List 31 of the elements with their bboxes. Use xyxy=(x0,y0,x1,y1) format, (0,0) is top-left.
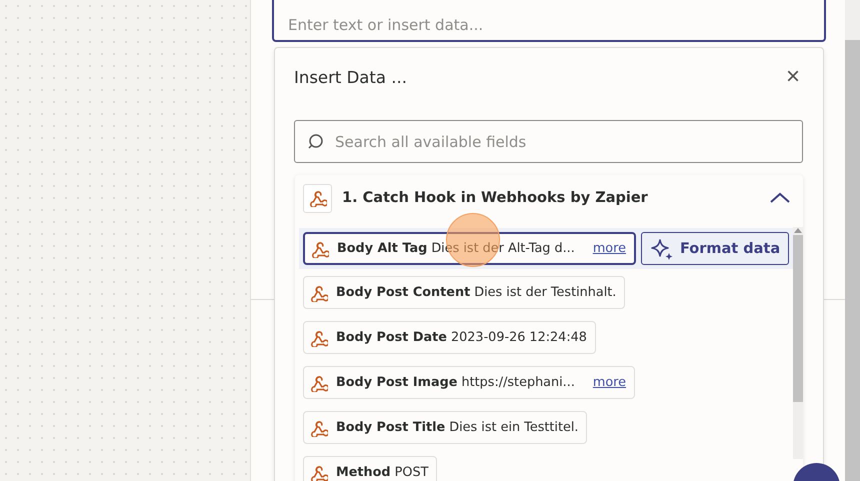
webhook-icon xyxy=(310,328,328,346)
close-button[interactable]: × xyxy=(782,65,803,89)
data-field-chip[interactable]: Body Post Image https://stephani... more xyxy=(303,366,636,399)
chevron-up-icon[interactable] xyxy=(769,192,791,204)
field-text: Body Post Title Dies ist ein Testtitel. xyxy=(336,420,578,435)
more-link[interactable]: more xyxy=(592,375,626,390)
data-field-chip[interactable]: Body Post Title Dies ist ein Testtitel. xyxy=(303,411,588,444)
webhook-icon xyxy=(310,374,328,392)
scrollbar[interactable] xyxy=(845,0,860,481)
webhook-icon xyxy=(308,189,326,207)
data-field-chip[interactable]: Body Post Content Dies ist der Testinhalt. xyxy=(303,276,626,309)
format-data-button[interactable]: Format data xyxy=(640,232,790,265)
text-input-field[interactable]: Enter text or insert data... xyxy=(272,0,826,42)
webhook-icon xyxy=(310,418,328,436)
field-text: Body Post Image https://stephani... xyxy=(336,375,575,390)
search-input[interactable]: Search all available fields xyxy=(333,132,792,152)
search-field[interactable]: Search all available fields xyxy=(294,120,803,163)
webhook-icon xyxy=(311,240,329,258)
popup-title: Insert Data ... xyxy=(294,68,407,86)
more-link[interactable]: more xyxy=(592,241,626,256)
data-field-chip[interactable]: Method POST xyxy=(303,456,438,481)
scroll-up-icon[interactable] xyxy=(794,227,802,233)
step-title: 1. Catch Hook in Webhooks by Zapier xyxy=(342,190,649,206)
webhook-icon xyxy=(310,464,328,481)
field-text: Method POST xyxy=(336,465,428,480)
webhook-icon xyxy=(310,284,328,302)
sparkle-icon xyxy=(650,238,674,260)
field-text: Body Post Date 2023-09-26 12:24:48 xyxy=(336,330,587,345)
field-text: Body Post Content Dies ist der Testinhalt. xyxy=(336,285,616,300)
scrollbar[interactable] xyxy=(793,227,804,459)
data-field-chip[interactable]: Body Post Date 2023-09-26 12:24:48 xyxy=(303,321,596,354)
